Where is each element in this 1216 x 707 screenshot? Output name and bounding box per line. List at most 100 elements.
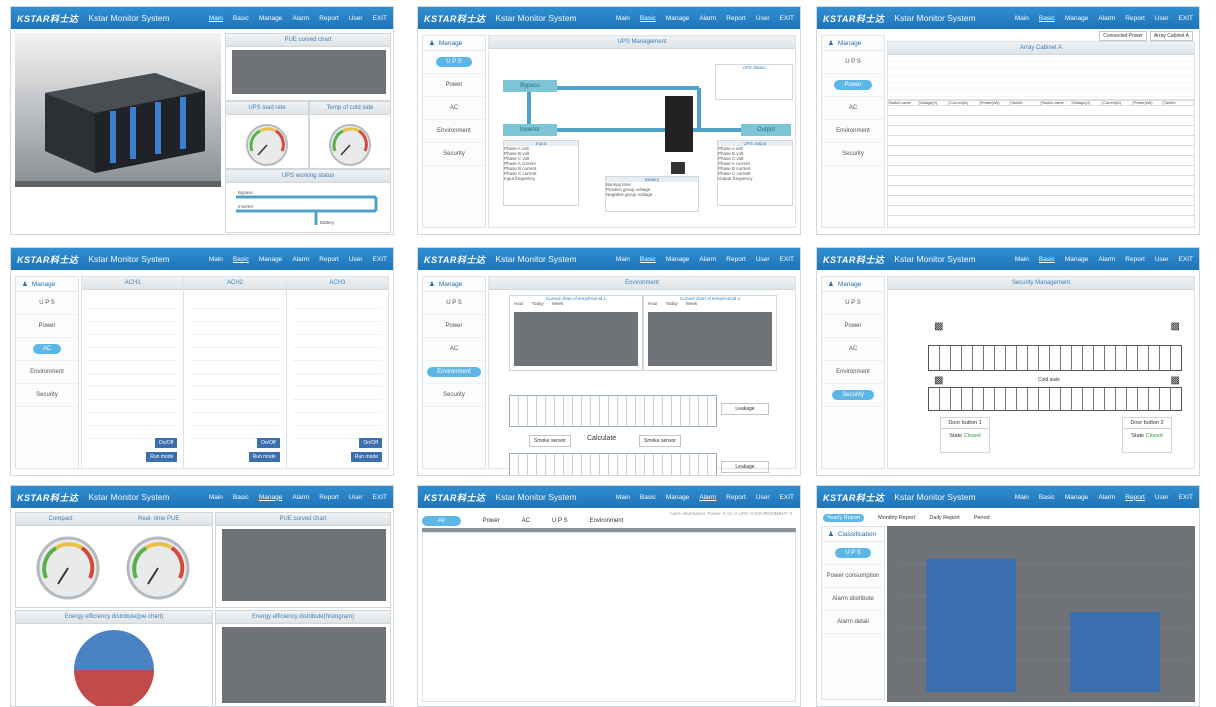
exit-button[interactable]: EXIT	[373, 15, 387, 22]
exit-button[interactable]: EXIT	[1179, 256, 1193, 263]
sidebar-item-ac[interactable]: AC	[16, 338, 78, 361]
tab-environment[interactable]: Environment	[590, 518, 624, 524]
sidebar-item-ups[interactable]: U P S	[16, 292, 78, 315]
sidebar-item-power[interactable]: Power	[423, 74, 485, 97]
sidebar-item-security[interactable]: Security	[16, 384, 78, 407]
exit-button[interactable]: EXIT	[373, 494, 387, 501]
nav-manage[interactable]: Manage	[1065, 494, 1089, 501]
nav-main[interactable]: Main	[616, 256, 630, 263]
exit-button[interactable]: EXIT	[780, 256, 794, 263]
nav-main[interactable]: Main	[209, 15, 223, 22]
run-mode-button[interactable]: Run mode	[350, 452, 382, 462]
output-node[interactable]: Output	[741, 124, 791, 136]
nav-alarm[interactable]: Alarm	[292, 15, 309, 22]
exit-button[interactable]: EXIT	[1179, 15, 1193, 22]
nav-report[interactable]: Report	[726, 256, 746, 263]
exit-button[interactable]: EXIT	[780, 15, 794, 22]
nav-manage[interactable]: Manage	[1065, 256, 1089, 263]
sidebar-item-power[interactable]: Power	[822, 74, 884, 97]
tab-monthly-report[interactable]: Monthly Report	[878, 515, 915, 521]
nav-manage[interactable]: Manage	[1065, 15, 1089, 22]
sidebar-item-environment[interactable]: Environment	[423, 361, 485, 384]
nav-basic[interactable]: Basic	[1039, 256, 1055, 263]
tab-yearly-report[interactable]: Yearly Report	[823, 514, 865, 522]
camera-icon[interactable]: ▩	[1171, 321, 1180, 332]
nav-user[interactable]: User	[756, 494, 770, 501]
nav-user[interactable]: User	[756, 15, 770, 22]
sidebar-item-power[interactable]: Power	[822, 315, 884, 338]
sidebar-item-ac[interactable]: AC	[423, 97, 485, 120]
nav-manage[interactable]: Manage	[666, 494, 690, 501]
sidebar-item-power-consumption[interactable]: Power consumption	[822, 565, 884, 588]
nav-report[interactable]: Report	[1125, 256, 1145, 263]
leakage-button-2[interactable]: Leakage	[721, 461, 769, 473]
tab-power[interactable]: Power	[483, 518, 500, 524]
nav-basic[interactable]: Basic	[233, 256, 249, 263]
sidebar-item-ups[interactable]: U P S	[423, 51, 485, 74]
sidebar-item-security[interactable]: Security	[822, 143, 884, 166]
nav-alarm[interactable]: Alarm	[1098, 15, 1115, 22]
nav-main[interactable]: Main	[616, 494, 630, 501]
nav-basic[interactable]: Basic	[1039, 15, 1055, 22]
sidebar-item-environment[interactable]: Environment	[16, 361, 78, 384]
legend-today[interactable]: Today	[532, 301, 544, 306]
nav-main[interactable]: Main	[616, 15, 630, 22]
tab-period[interactable]: Period	[974, 515, 990, 521]
camera-icon[interactable]: ▩	[934, 321, 943, 332]
legend-week[interactable]: Week	[686, 301, 697, 306]
nav-alarm[interactable]: Alarm	[292, 256, 309, 263]
nav-user[interactable]: User	[1155, 15, 1169, 22]
sidebar-item-alarm-detail[interactable]: Alarm detail	[822, 611, 884, 634]
sidebar-item-alarm-distribute[interactable]: Alarm distribute	[822, 588, 884, 611]
leakage-button-1[interactable]: Leakage	[721, 403, 769, 415]
legend-hour[interactable]: Hour	[514, 301, 524, 306]
nav-manage[interactable]: Manage	[666, 256, 690, 263]
nav-manage[interactable]: Manage	[666, 15, 690, 22]
inverter-node[interactable]: Inverter	[503, 124, 557, 136]
report-bar[interactable]	[926, 558, 1016, 692]
legend-hour[interactable]: Hour	[648, 301, 658, 306]
nav-alarm[interactable]: Alarm	[699, 256, 716, 263]
sidebar-item-ac[interactable]: AC	[423, 338, 485, 361]
exit-button[interactable]: EXIT	[373, 256, 387, 263]
sidebar-item-ac[interactable]: AC	[822, 97, 884, 120]
on-off-button[interactable]: On/Off	[257, 438, 280, 448]
run-mode-button[interactable]: Run mode	[248, 452, 280, 462]
nav-alarm[interactable]: Alarm	[699, 494, 716, 501]
nav-main[interactable]: Main	[1015, 15, 1029, 22]
nav-report[interactable]: Report	[1125, 15, 1145, 22]
tab-all[interactable]: All	[422, 516, 461, 526]
nav-report[interactable]: Report	[319, 256, 339, 263]
sidebar-item-ups[interactable]: U P S	[822, 542, 884, 565]
sidebar-item-security[interactable]: Security	[423, 384, 485, 407]
nav-user[interactable]: User	[349, 494, 363, 501]
tab-ac[interactable]: AC	[522, 518, 530, 524]
legend-week[interactable]: Week	[552, 301, 563, 306]
nav-basic[interactable]: Basic	[640, 15, 656, 22]
sidebar-item-ups[interactable]: U P S	[822, 292, 884, 315]
sidebar-item-security[interactable]: Security	[423, 143, 485, 166]
nav-main[interactable]: Main	[1015, 256, 1029, 263]
sidebar-item-environment[interactable]: Environment	[423, 120, 485, 143]
legend-today[interactable]: Today	[666, 301, 678, 306]
tab-ups[interactable]: U P S	[552, 518, 568, 524]
nav-user[interactable]: User	[1155, 256, 1169, 263]
camera-icon[interactable]: ▩	[1171, 375, 1180, 386]
sidebar-item-environment[interactable]: Environment	[822, 120, 884, 143]
nav-manage[interactable]: Manage	[259, 494, 283, 501]
sidebar-item-security[interactable]: Security	[822, 384, 884, 407]
tab-array-cabinet-a[interactable]: Array Cabinet A	[1149, 31, 1193, 41]
exit-button[interactable]: EXIT	[1179, 494, 1193, 501]
nav-alarm[interactable]: Alarm	[1098, 494, 1115, 501]
camera-icon[interactable]: ▩	[934, 375, 943, 386]
nav-report[interactable]: Report	[1125, 494, 1145, 501]
datacenter-3d-view[interactable]	[15, 33, 221, 181]
nav-manage[interactable]: Manage	[259, 15, 283, 22]
exit-button[interactable]: EXIT	[780, 494, 794, 501]
nav-main[interactable]: Main	[209, 256, 223, 263]
nav-user[interactable]: User	[349, 15, 363, 22]
sidebar-item-ups[interactable]: U P S	[423, 292, 485, 315]
run-mode-button[interactable]: Run mode	[146, 452, 178, 462]
sidebar-item-power[interactable]: Power	[16, 315, 78, 338]
tab-connected-power[interactable]: Connected Power	[1099, 31, 1147, 41]
